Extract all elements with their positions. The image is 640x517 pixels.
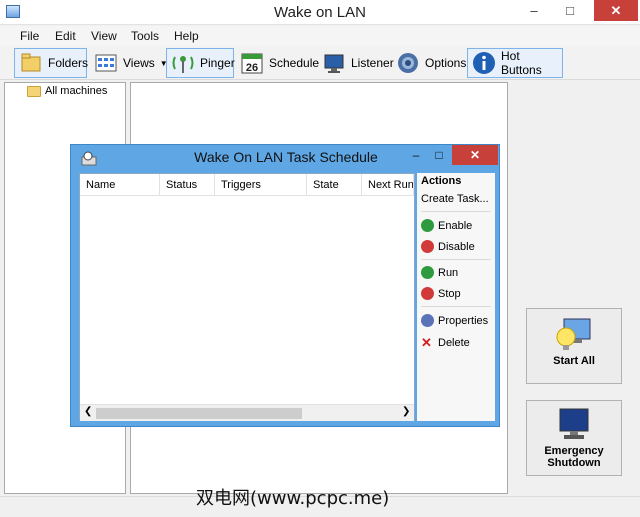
stop-icon	[421, 287, 434, 300]
dialog-maximize-button[interactable]: □	[427, 145, 451, 165]
listener-label: Listener	[351, 56, 394, 70]
divider	[421, 211, 491, 212]
emergency-label: Emergency	[544, 445, 604, 457]
dialog-close-button[interactable]: ✕	[452, 145, 498, 165]
menu-file[interactable]: File	[20, 29, 39, 43]
column-header-state[interactable]: State	[307, 174, 362, 196]
listener-button[interactable]: Listener	[318, 48, 394, 78]
hot-buttons-label: Hot Buttons	[501, 49, 542, 77]
horizontal-scrollbar[interactable]: ❮ ❯	[80, 404, 414, 421]
calendar-icon: 26	[240, 51, 264, 75]
monitor-icon	[322, 51, 346, 75]
toolbar: Folders Views ▼ Pinger 26 Schedule Liste…	[0, 46, 640, 80]
column-header-triggers[interactable]: Triggers	[215, 174, 307, 196]
pinger-label: Pinger	[200, 56, 235, 70]
column-header-name[interactable]: Name	[80, 174, 160, 196]
menu-bar: File Edit View Tools Help	[0, 26, 640, 46]
menu-edit[interactable]: Edit	[55, 29, 76, 43]
divider	[421, 259, 491, 260]
schedule-label: Schedule	[269, 56, 320, 70]
gear-icon	[396, 51, 420, 75]
menu-view[interactable]: View	[91, 29, 117, 43]
pinger-button[interactable]: Pinger	[166, 48, 235, 78]
properties-gear-icon	[421, 314, 434, 327]
start-all-label: Start All	[553, 355, 595, 367]
folders-icon	[19, 51, 43, 75]
disable-action[interactable]: Disable	[421, 240, 475, 253]
properties-label: Properties	[438, 314, 489, 327]
close-button[interactable]: ✕	[594, 0, 638, 21]
column-header-status[interactable]: Status	[160, 174, 215, 196]
maximize-button[interactable]: □	[556, 0, 584, 21]
info-icon	[472, 51, 496, 75]
stop-action[interactable]: Stop	[421, 287, 461, 300]
actions-pane: Actions Create Task... Enable Disable Ru…	[417, 173, 495, 421]
shutdown-label: Shutdown	[547, 457, 601, 469]
options-label: Options	[425, 56, 467, 70]
menu-tools[interactable]: Tools	[131, 29, 159, 43]
play-icon	[421, 266, 434, 279]
create-task-action[interactable]: Create Task...	[421, 193, 489, 205]
tree-item-all-machines[interactable]: All machines	[27, 85, 107, 97]
options-button[interactable]: Options	[392, 48, 467, 78]
disable-arrow-down-icon	[421, 240, 434, 253]
folder-icon	[27, 85, 41, 97]
title-bar: Wake on LAN – □ ✕	[0, 0, 640, 25]
task-schedule-dialog: Wake On LAN Task Schedule – □ ✕ Name Sta…	[70, 144, 500, 427]
scroll-left-icon[interactable]: ❮	[84, 406, 92, 417]
hot-buttons-button[interactable]: Hot Buttons	[467, 48, 563, 78]
scrollbar-thumb[interactable]	[96, 408, 302, 419]
actions-header: Actions	[421, 175, 462, 187]
tree-item-label: All machines	[45, 85, 108, 97]
stop-label: Stop	[438, 287, 461, 300]
scroll-right-icon[interactable]: ❯	[402, 406, 410, 417]
enable-action[interactable]: Enable	[421, 219, 472, 232]
watermark-text: 双电网(www.pcpc.me)	[196, 488, 390, 509]
folders-label: Folders	[48, 56, 89, 70]
disable-label: Disable	[438, 240, 475, 253]
run-label: Run	[438, 266, 459, 279]
folders-button[interactable]: Folders	[14, 48, 89, 78]
calendar-day: 26	[246, 62, 258, 74]
delete-action[interactable]: ✕ Delete	[421, 335, 470, 351]
schedule-button[interactable]: 26 Schedule	[236, 48, 320, 78]
emergency-shutdown-button[interactable]: Emergency Shutdown	[526, 400, 622, 476]
delete-label: Delete	[438, 337, 470, 349]
menu-help[interactable]: Help	[174, 29, 199, 43]
antenna-icon	[171, 51, 195, 75]
dialog-minimize-button[interactable]: –	[404, 145, 428, 165]
minimize-button[interactable]: –	[520, 0, 548, 21]
lightbulb-monitor-icon	[554, 315, 594, 355]
monitor-shutdown-icon	[554, 405, 594, 445]
start-all-button[interactable]: Start All	[526, 308, 622, 384]
run-action[interactable]: Run	[421, 266, 458, 279]
task-grid[interactable]: Name Status Triggers State Next Run T ❮ …	[79, 173, 415, 421]
enable-arrow-up-icon	[421, 219, 434, 232]
delete-x-icon: ✕	[421, 335, 432, 350]
views-label: Views	[123, 56, 155, 70]
column-header-next-run[interactable]: Next Run T	[362, 174, 414, 196]
enable-label: Enable	[438, 219, 473, 232]
views-button[interactable]: Views ▼	[90, 48, 168, 78]
divider	[421, 306, 491, 307]
views-icon	[94, 51, 118, 75]
properties-action[interactable]: Properties	[421, 314, 488, 327]
